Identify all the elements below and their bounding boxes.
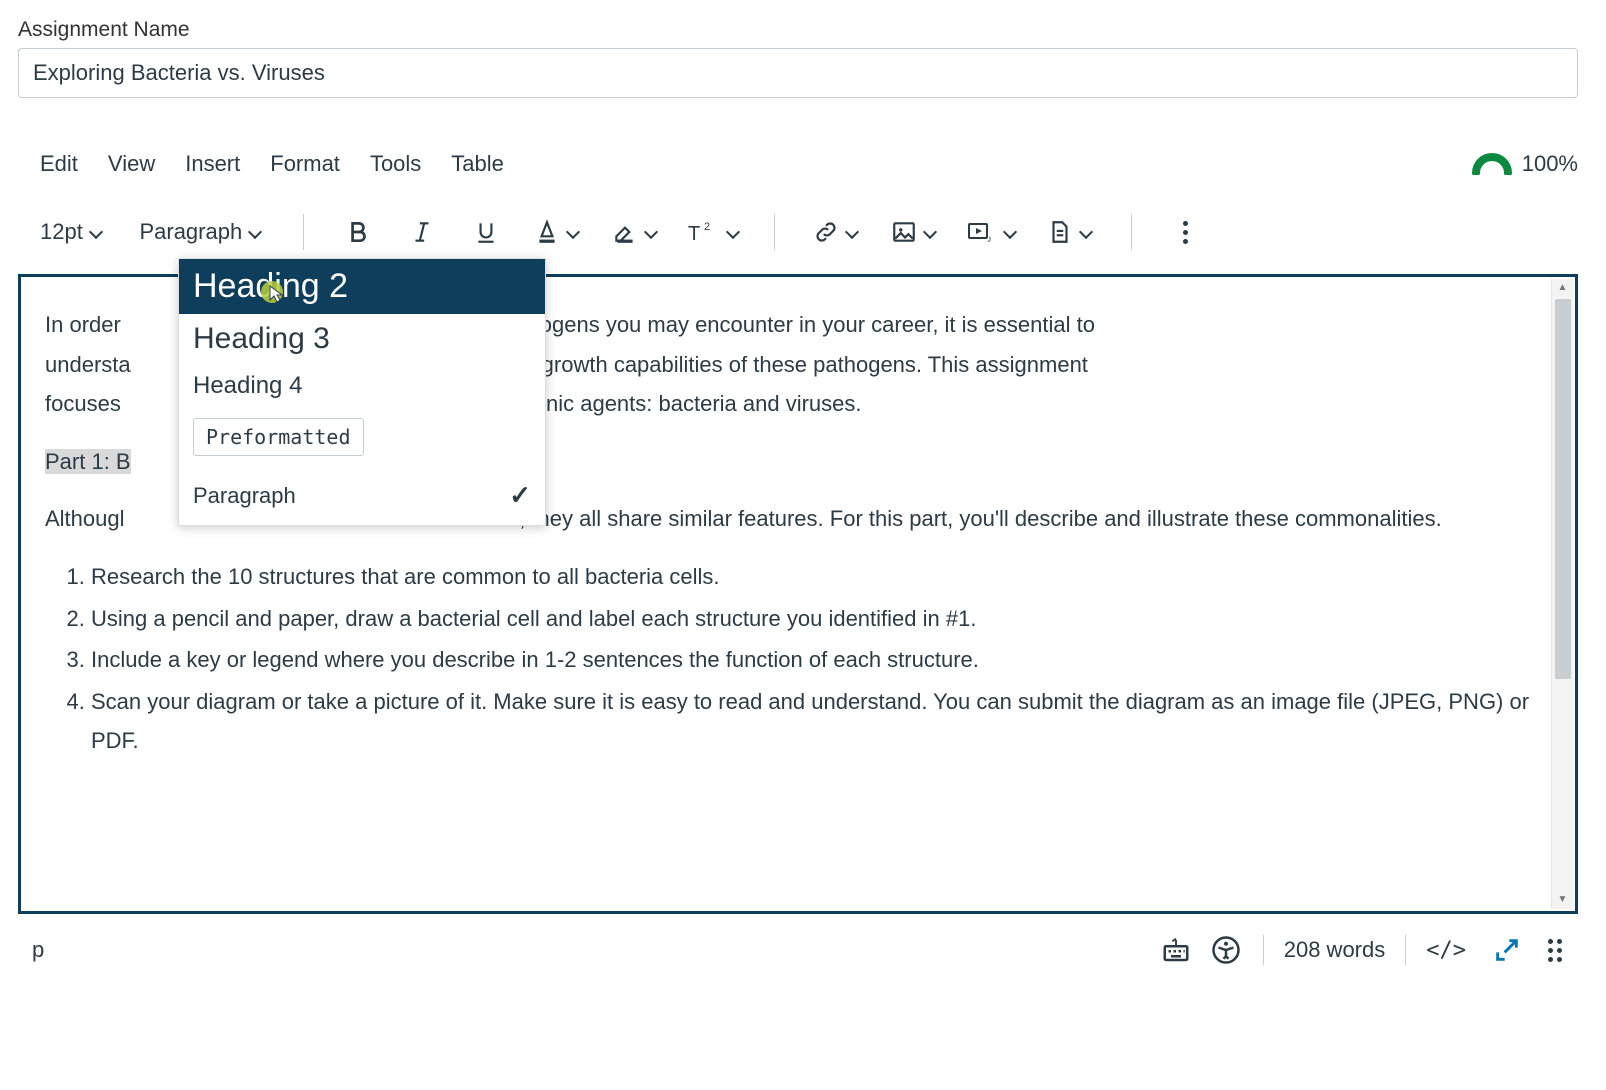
image-button[interactable]: [875, 212, 953, 252]
dropdown-preformatted-label: Preformatted: [193, 418, 364, 456]
chevron-down-icon: [644, 225, 658, 239]
menu-edit[interactable]: Edit: [40, 151, 78, 177]
underline-icon: [473, 219, 499, 245]
dropdown-heading4[interactable]: Heading 4: [179, 364, 545, 408]
dropdown-heading3-label: Heading 3: [193, 322, 330, 356]
dropdown-heading2[interactable]: Heading 2: [179, 259, 545, 314]
assignment-name-label: Assignment Name: [18, 18, 1588, 42]
dropdown-preformatted[interactable]: Preformatted: [179, 408, 545, 466]
accessibility-score-icon: [1472, 153, 1512, 175]
chevron-down-icon: [726, 225, 740, 239]
drag-handle-icon: [1548, 939, 1562, 962]
block-format-dropdown: Heading 2 Heading 3 Heading 4 Preformatt…: [178, 258, 546, 526]
list-item: Using a pencil and paper, draw a bacteri…: [91, 599, 1551, 639]
statusbar-separator: [1263, 935, 1264, 965]
chevron-down-icon: [248, 225, 262, 239]
dropdown-heading4-label: Heading 4: [193, 372, 302, 400]
list-item: Research the 10 structures that are comm…: [91, 557, 1551, 597]
html-view-toggle[interactable]: </>: [1426, 938, 1466, 963]
menu-table[interactable]: Table: [451, 151, 504, 177]
scroll-up-arrow-icon[interactable]: ▲: [1552, 279, 1573, 297]
accessibility-score: 100%: [1522, 151, 1578, 177]
kebab-icon: [1176, 221, 1196, 244]
assignment-name-input[interactable]: [18, 48, 1578, 98]
toolbar-separator: [1131, 214, 1132, 250]
chevron-down-icon: [845, 225, 859, 239]
statusbar-separator: [1405, 935, 1406, 965]
scroll-down-arrow-icon[interactable]: ▼: [1552, 891, 1573, 909]
menu-format[interactable]: Format: [270, 151, 340, 177]
link-icon: [813, 219, 839, 245]
content-ordered-list: Research the 10 structures that are comm…: [91, 557, 1551, 761]
editor-toolbar: 12pt Paragraph T2: [18, 200, 1578, 264]
chevron-down-icon: [1079, 225, 1093, 239]
word-count[interactable]: 208 words: [1284, 937, 1386, 963]
svg-text:T: T: [688, 223, 700, 245]
toolbar-separator: [303, 214, 304, 250]
list-item: Include a key or legend where you descri…: [91, 640, 1551, 680]
font-size-selector[interactable]: 12pt: [40, 212, 103, 252]
mouse-cursor-icon: [260, 280, 288, 308]
italic-button[interactable]: [390, 212, 454, 252]
dropdown-heading3[interactable]: Heading 3: [179, 314, 545, 364]
fullscreen-button[interactable]: [1490, 933, 1524, 967]
highlight-color-button[interactable]: [596, 212, 674, 252]
dropdown-paragraph-label: Paragraph: [193, 483, 296, 509]
bold-button[interactable]: [326, 212, 390, 252]
chevron-down-icon: [89, 225, 103, 239]
highlight-icon: [612, 219, 638, 245]
menu-insert[interactable]: Insert: [185, 151, 240, 177]
editor-menubar: Edit View Insert Format Tools Table 100%: [18, 146, 1578, 182]
list-item: Scan your diagram or take a picture of i…: [91, 682, 1551, 761]
element-path[interactable]: p: [32, 937, 44, 963]
accessibility-icon: [1211, 935, 1241, 965]
chevron-down-icon: [566, 225, 580, 239]
menu-tools[interactable]: Tools: [370, 151, 421, 177]
svg-text:♪: ♪: [987, 234, 992, 245]
content-scrollbar[interactable]: ▲ ▼: [1551, 279, 1573, 909]
more-toolbar-button[interactable]: [1154, 212, 1218, 252]
document-button[interactable]: [1031, 212, 1109, 252]
block-format-selector[interactable]: Paragraph: [121, 212, 281, 252]
bold-icon: [345, 219, 371, 245]
document-icon: [1047, 219, 1073, 245]
toolbar-separator: [774, 214, 775, 250]
underline-button[interactable]: [454, 212, 518, 252]
editor-statusbar: p 208 words </>: [18, 922, 1578, 978]
image-icon: [891, 219, 917, 245]
expand-icon: [1493, 936, 1521, 964]
check-icon: ✓: [509, 480, 531, 511]
keyboard-shortcuts-button[interactable]: [1159, 933, 1193, 967]
accessibility-checker-button[interactable]: [1209, 933, 1243, 967]
chevron-down-icon: [923, 225, 937, 239]
scroll-thumb[interactable]: [1555, 299, 1571, 679]
media-icon: ♪: [967, 219, 997, 245]
text-color-icon: [534, 219, 560, 245]
italic-icon: [409, 219, 435, 245]
keyboard-icon: [1161, 935, 1191, 965]
dropdown-paragraph[interactable]: Paragraph ✓: [179, 466, 545, 525]
block-format-value: Paragraph: [139, 219, 242, 245]
font-size-value: 12pt: [40, 219, 83, 245]
superscript-button[interactable]: T2: [674, 212, 752, 252]
menu-view[interactable]: View: [108, 151, 155, 177]
resize-handle[interactable]: [1538, 933, 1572, 967]
media-button[interactable]: ♪: [953, 212, 1031, 252]
svg-text:2: 2: [704, 221, 710, 233]
superscript-icon: T2: [686, 219, 720, 245]
link-button[interactable]: [797, 212, 875, 252]
text-color-button[interactable]: [518, 212, 596, 252]
chevron-down-icon: [1003, 225, 1017, 239]
